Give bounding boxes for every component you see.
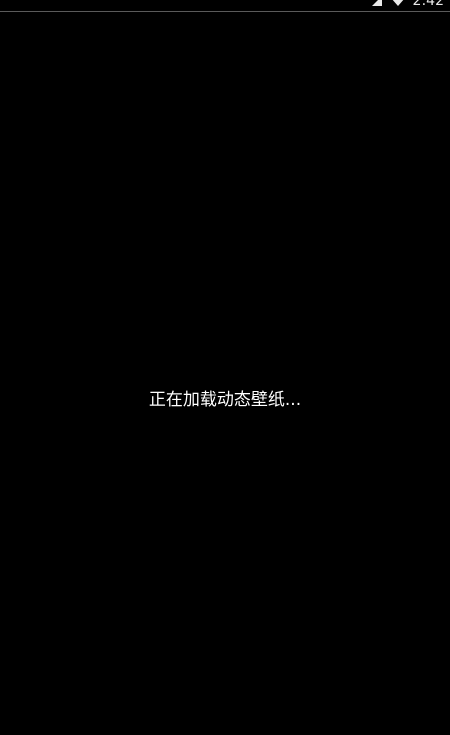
wallpaper-loading-screen: 2:42 正在加载动态壁纸... bbox=[0, 0, 450, 735]
status-time: 2:42 bbox=[412, 0, 444, 9]
status-icons: 2:42 bbox=[371, 0, 444, 11]
loading-message: 正在加载动态壁纸... bbox=[148, 390, 302, 410]
status-bar-divider bbox=[0, 11, 450, 12]
signal-icon bbox=[371, 0, 383, 7]
wifi-icon bbox=[391, 0, 405, 7]
status-bar: 2:42 bbox=[0, 0, 450, 11]
